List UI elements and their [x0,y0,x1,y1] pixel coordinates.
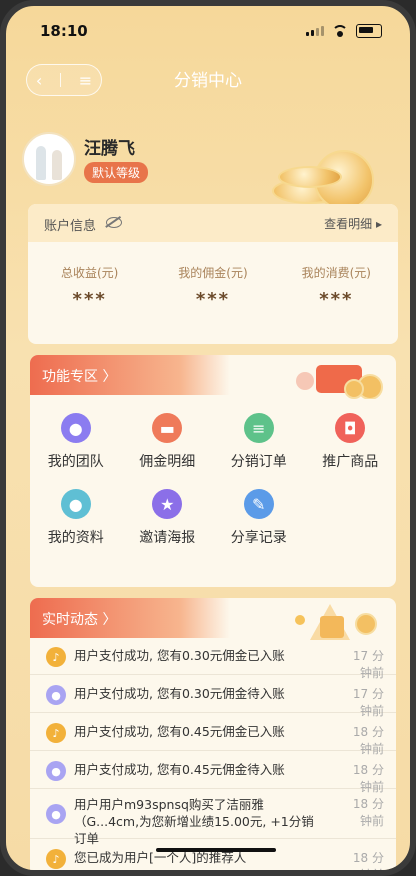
team-icon: ● [60,413,91,443]
status-icons [306,24,382,38]
user-icon: ● [46,761,66,781]
bell-icon: ♪ [46,849,66,869]
func-distribution-orders[interactable]: ≡ 分销订单 [213,413,305,471]
stat-label: 我的佣金(元) [178,266,248,280]
user-icon: ● [46,685,66,705]
page-title: 分销中心 [174,71,242,91]
func-label: 分享记录 [230,530,287,546]
signal-icon [306,26,324,36]
stat-total-income: 总收益(元) *** [28,264,151,310]
feed-item[interactable]: ♪ 用户支付成功, 您有0.45元佣金已入账 18 分钟前 [30,714,396,756]
function-grid: ● 我的团队 ▬ 佣金明细 ≡ 分销订单 ◘ 推广商品 ● 我的资料 ★ 邀请海… [30,413,396,547]
edit-doc-icon: ✎ [243,489,274,519]
feed-item[interactable]: ● 用户用户m93spnsq购买了洁丽雅（G...4cm,为您新增业绩15.00… [30,790,396,846]
home-indicator[interactable] [156,848,276,852]
func-label: 佣金明细 [139,454,196,470]
battery-icon [356,24,382,38]
feed-item[interactable]: ● 用户支付成功, 您有0.30元佣金待入账 17 分钟前 [30,676,396,718]
profile-header: 汪腾飞 默认等级 [22,132,394,210]
shopping-bag-icon: ◘ [335,413,366,443]
feed-item[interactable]: ♪ 您已成为用户[一个人]的推荐人 18 分钟前 [30,840,396,876]
feed-item[interactable]: ● 用户支付成功, 您有0.45元佣金待入账 18 分钟前 [30,752,396,794]
feed-time: 18 分钟前 [352,797,384,828]
star-badge-icon: ★ [152,489,183,519]
bell-icon: ♪ [46,647,66,667]
stat-label: 总收益(元) [60,266,119,280]
coins-illustration [264,150,384,210]
func-invite-poster[interactable]: ★ 邀请海报 [122,489,214,547]
account-title: 账户信息 [44,219,97,234]
func-label: 推广商品 [322,454,379,470]
func-label: 分销订单 [230,454,287,470]
account-card: 账户信息 查看明细 ▸ 总收益(元) *** 我的佣金(元) *** 我的消费(… [28,204,398,344]
phone-screen: 18:10 ‹ ≡ 分销中心 汪腾飞 默认等级 账户信息 查看明细 ▸ 总收益(… [0,0,416,876]
realtime-feed-title[interactable]: 实时动态 〉 [30,598,230,638]
stat-my-commission: 我的佣金(元) *** [151,264,274,310]
stat-value: *** [195,289,231,310]
func-share-records[interactable]: ✎ 分享记录 [213,489,305,547]
status-bar: 18:10 [6,6,410,56]
func-my-profile[interactable]: ● 我的资料 [30,489,122,547]
view-detail-link[interactable]: 查看明细 ▸ [324,215,382,232]
func-label: 邀请海报 [139,530,196,546]
func-promoted-goods[interactable]: ◘ 推广商品 [305,413,397,471]
gift-coins-illustration [295,604,377,640]
wallet-icon: ▬ [152,413,183,443]
account-stats: 总收益(元) *** 我的佣金(元) *** 我的消费(元) *** [28,264,398,310]
level-badge: 默认等级 [84,162,149,183]
eye-hidden-icon[interactable] [106,217,122,228]
user-icon: ● [46,804,66,824]
stat-label: 我的消费(元) [301,266,371,280]
stat-my-spending: 我的消费(元) *** [275,264,398,310]
func-label: 我的资料 [47,530,104,546]
profile-icon: ● [60,489,91,519]
feed-text: 用户支付成功, 您有0.30元佣金已入账 [74,648,285,663]
func-my-team[interactable]: ● 我的团队 [30,413,122,471]
feed-text: 用户支付成功, 您有0.45元佣金待入账 [74,762,285,777]
function-zone-title[interactable]: 功能专区 〉 [30,355,230,395]
bell-icon: ♪ [46,723,66,743]
status-time: 18:10 [40,22,88,40]
nav-bar: ‹ ≡ 分销中心 [6,60,410,104]
feed-time: 18 分钟前 [352,851,384,876]
account-header: 账户信息 查看明细 ▸ [28,204,398,242]
stat-value: *** [72,289,107,310]
avatar[interactable] [22,132,76,186]
realtime-feed-card: 实时动态 〉 ♪ 用户支付成功, 您有0.30元佣金已入账 17 分钟前 ● 用… [30,598,396,876]
func-label: 我的团队 [47,454,104,470]
feed-text: 用户支付成功, 您有0.30元佣金待入账 [74,686,285,701]
clipboard-icon: ≡ [243,413,274,443]
func-commission-detail[interactable]: ▬ 佣金明细 [122,413,214,471]
wallet-coins-illustration [296,365,383,399]
stat-value: *** [319,289,354,310]
username: 汪腾飞 [84,139,135,159]
feed-item[interactable]: ♪ 用户支付成功, 您有0.30元佣金已入账 17 分钟前 [30,638,396,680]
wifi-icon [332,25,348,37]
feed-text: 用户支付成功, 您有0.45元佣金已入账 [74,724,285,739]
function-zone-card: 功能专区 〉 ● 我的团队 ▬ 佣金明细 ≡ 分销订单 ◘ 推广商品 ● 我的资… [30,355,396,587]
